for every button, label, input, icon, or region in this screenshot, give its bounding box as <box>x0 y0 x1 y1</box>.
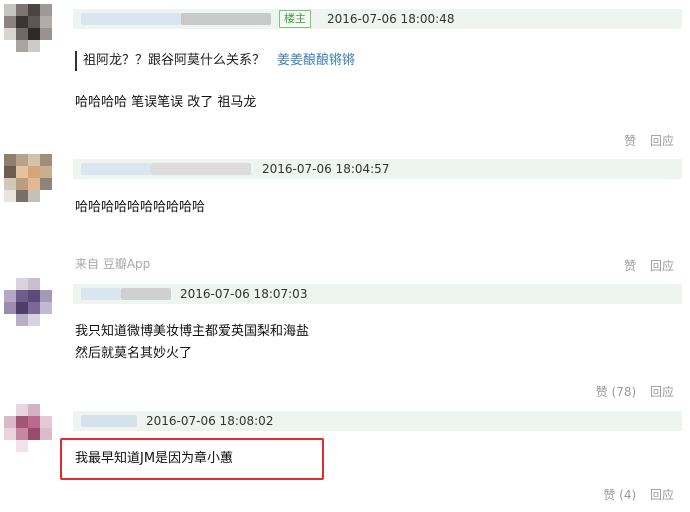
comment-body: 哈哈哈哈 笔误笔误 改了 祖马龙 <box>75 92 256 114</box>
avatar[interactable] <box>4 278 58 338</box>
comment-actions: 赞 (4) 回应 <box>593 487 674 503</box>
timestamp: 2016-07-06 18:00:48 <box>327 12 455 26</box>
reply-button[interactable]: 回应 <box>650 134 674 148</box>
timestamp: 2016-07-06 18:07:03 <box>180 287 308 301</box>
comment-actions: 赞 (78) 回应 <box>586 384 674 400</box>
timestamp: 2016-07-06 18:08:02 <box>146 414 274 428</box>
comment-line: 然后就莫名其妙火了 <box>75 346 193 361</box>
comment-line: 哈哈哈哈 笔误笔误 改了 祖马龙 <box>75 95 257 110</box>
quote-author-link[interactable]: 姜姜酿酿锵锵 <box>277 51 355 71</box>
quote-text: 祖阿龙？？跟谷阿莫什么关系？ <box>83 53 266 68</box>
comment-header: 2016-07-06 18:08:02 <box>73 411 682 431</box>
username[interactable] <box>81 415 137 427</box>
username-blur <box>151 163 251 175</box>
username-blur <box>121 288 171 300</box>
comment-line: 我最早知道JM是因为章小蕙 <box>75 451 234 466</box>
avatar[interactable] <box>4 154 58 214</box>
timestamp: 2016-07-06 18:04:57 <box>262 162 390 176</box>
username[interactable] <box>81 288 121 300</box>
username-blur <box>181 13 271 25</box>
comment-actions: 赞 回应 <box>614 258 674 274</box>
comment-actions: 赞 回应 <box>614 133 674 149</box>
comment-header: 2016-07-06 18:07:03 <box>73 284 682 304</box>
username[interactable] <box>81 13 181 25</box>
comment-header: 2016-07-06 18:04:57 <box>73 159 682 179</box>
like-button[interactable]: 赞 (4) <box>603 488 636 502</box>
comment-line: 我只知道微博美妆博主都爱英国梨和海盐 <box>75 324 310 339</box>
reply-button[interactable]: 回应 <box>650 488 674 502</box>
avatar[interactable] <box>4 404 58 464</box>
reply-button[interactable]: 回应 <box>650 385 674 399</box>
like-button[interactable]: 赞 <box>624 259 636 273</box>
comment-body: 哈哈哈哈哈哈哈哈哈哈 <box>75 197 205 219</box>
reply-button[interactable]: 回应 <box>650 259 674 273</box>
comment-body: 我最早知道JM是因为章小蕙 <box>75 448 233 470</box>
op-badge: 楼主 <box>279 10 311 28</box>
avatar[interactable] <box>4 4 58 64</box>
comment-header: 楼主 2016-07-06 18:00:48 <box>73 9 682 29</box>
source-label: 来自 豆瓣App <box>75 257 151 271</box>
like-button[interactable]: 赞 (78) <box>596 385 636 399</box>
like-button[interactable]: 赞 <box>624 134 636 148</box>
quote-bar <box>75 51 77 71</box>
comment-line: 哈哈哈哈哈哈哈哈哈哈 <box>75 200 206 215</box>
comment-body: 我只知道微博美妆博主都爱英国梨和海盐 然后就莫名其妙火了 <box>75 321 309 365</box>
username[interactable] <box>81 163 151 175</box>
